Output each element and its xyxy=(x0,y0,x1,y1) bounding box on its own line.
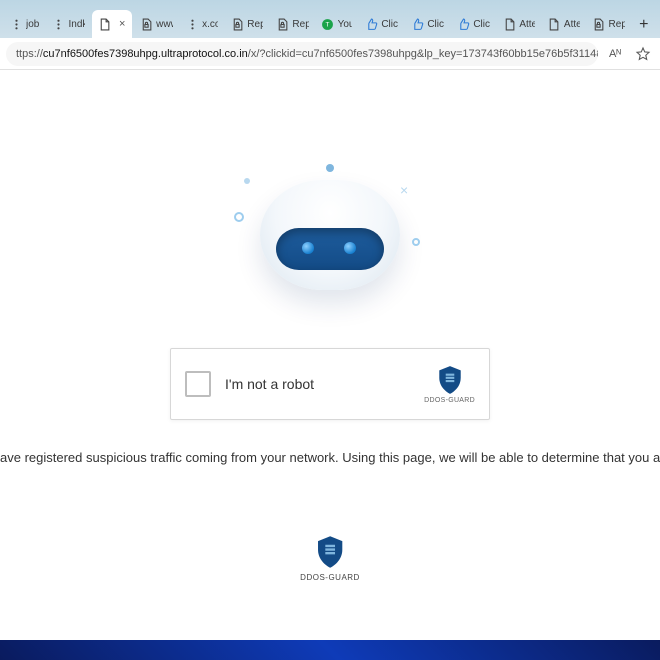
dots-icon xyxy=(9,17,23,31)
reading-mode-button[interactable]: Aᴺ xyxy=(604,43,626,65)
robot-illustration: × xyxy=(240,170,420,310)
favorite-star-button[interactable] xyxy=(632,43,654,65)
url-prefix: ttps:// xyxy=(16,48,43,60)
dots-icon xyxy=(185,17,199,31)
tab-label: Click xyxy=(381,19,398,30)
page-icon xyxy=(547,17,561,31)
site-icon: T xyxy=(321,17,335,31)
lock-page-icon xyxy=(230,17,244,31)
url-host: cu7nf6500fes7398uhpg.ultraprotocol.co.in xyxy=(43,48,248,60)
lock-page-icon xyxy=(275,17,289,31)
tab-label: Indk xyxy=(69,19,86,30)
thumb-icon xyxy=(364,17,378,31)
browser-tab[interactable]: × xyxy=(92,10,132,38)
tab-label: Rep xyxy=(609,19,625,30)
browser-tab[interactable]: Click xyxy=(359,10,403,38)
url-path: /x/?clickid=cu7nf6500fes7398uhpg&lp_key=… xyxy=(248,48,598,60)
page-icon xyxy=(502,17,516,31)
browser-tab[interactable]: Rep xyxy=(225,10,268,38)
shield-icon xyxy=(437,365,463,395)
footer-brand: DDOS-GUARD xyxy=(300,535,360,582)
browser-tab[interactable]: T You xyxy=(316,10,358,38)
browser-tab[interactable]: Click xyxy=(405,10,449,38)
browser-tab[interactable]: Indk xyxy=(47,10,91,38)
captcha-box: I'm not a robot DDOS-GUARD xyxy=(170,348,490,420)
new-tab-button[interactable]: + xyxy=(632,12,656,38)
lock-page-icon xyxy=(592,17,606,31)
windows-taskbar[interactable] xyxy=(0,640,660,660)
tab-label: Rep xyxy=(292,19,308,30)
tab-label: Click xyxy=(427,19,444,30)
url-field[interactable]: ttps://cu7nf6500fes7398uhpg.ultraprotoco… xyxy=(6,42,598,66)
lock-page-icon xyxy=(139,17,153,31)
info-text: ave registered suspicious traffic coming… xyxy=(0,450,660,465)
browser-tab[interactable]: Atte xyxy=(542,10,585,38)
dots-icon xyxy=(52,17,66,31)
page-icon xyxy=(97,17,111,31)
close-tab-button[interactable]: × xyxy=(117,18,127,30)
tab-label: Atte xyxy=(519,19,535,30)
browser-tab[interactable]: Atte xyxy=(497,10,540,38)
tab-label: x.co xyxy=(202,19,218,30)
captcha-label: I'm not a robot xyxy=(225,376,424,392)
captcha-checkbox[interactable] xyxy=(185,371,211,397)
thumb-icon xyxy=(456,17,470,31)
browser-tab[interactable]: Rep xyxy=(270,10,313,38)
browser-tab[interactable]: jobi xyxy=(4,10,45,38)
captcha-brand-label: DDOS-GUARD xyxy=(424,397,475,404)
tab-strip: jobi Indk × www x.co Rep Rep T You Click Click Clic… xyxy=(0,0,660,38)
tab-label: You xyxy=(338,19,353,30)
tab-label: Click xyxy=(473,19,490,30)
address-bar: ttps://cu7nf6500fes7398uhpg.ultraprotoco… xyxy=(0,38,660,70)
tab-label: www xyxy=(156,19,173,30)
tab-label: Rep xyxy=(247,19,263,30)
browser-tab[interactable]: Click xyxy=(451,10,495,38)
browser-tab[interactable]: www xyxy=(134,10,178,38)
thumb-icon xyxy=(410,17,424,31)
browser-tab[interactable]: Rep xyxy=(587,10,630,38)
tab-label: Atte xyxy=(564,19,580,30)
tab-label: jobi xyxy=(26,19,40,30)
shield-icon xyxy=(315,535,345,569)
page-viewport: × I'm not a robot DDOS-GUARD ave registe… xyxy=(0,70,660,640)
captcha-brand-badge: DDOS-GUARD xyxy=(424,365,475,404)
browser-tab[interactable]: x.co xyxy=(180,10,223,38)
footer-brand-label: DDOS-GUARD xyxy=(300,573,360,582)
svg-text:T: T xyxy=(326,21,330,28)
